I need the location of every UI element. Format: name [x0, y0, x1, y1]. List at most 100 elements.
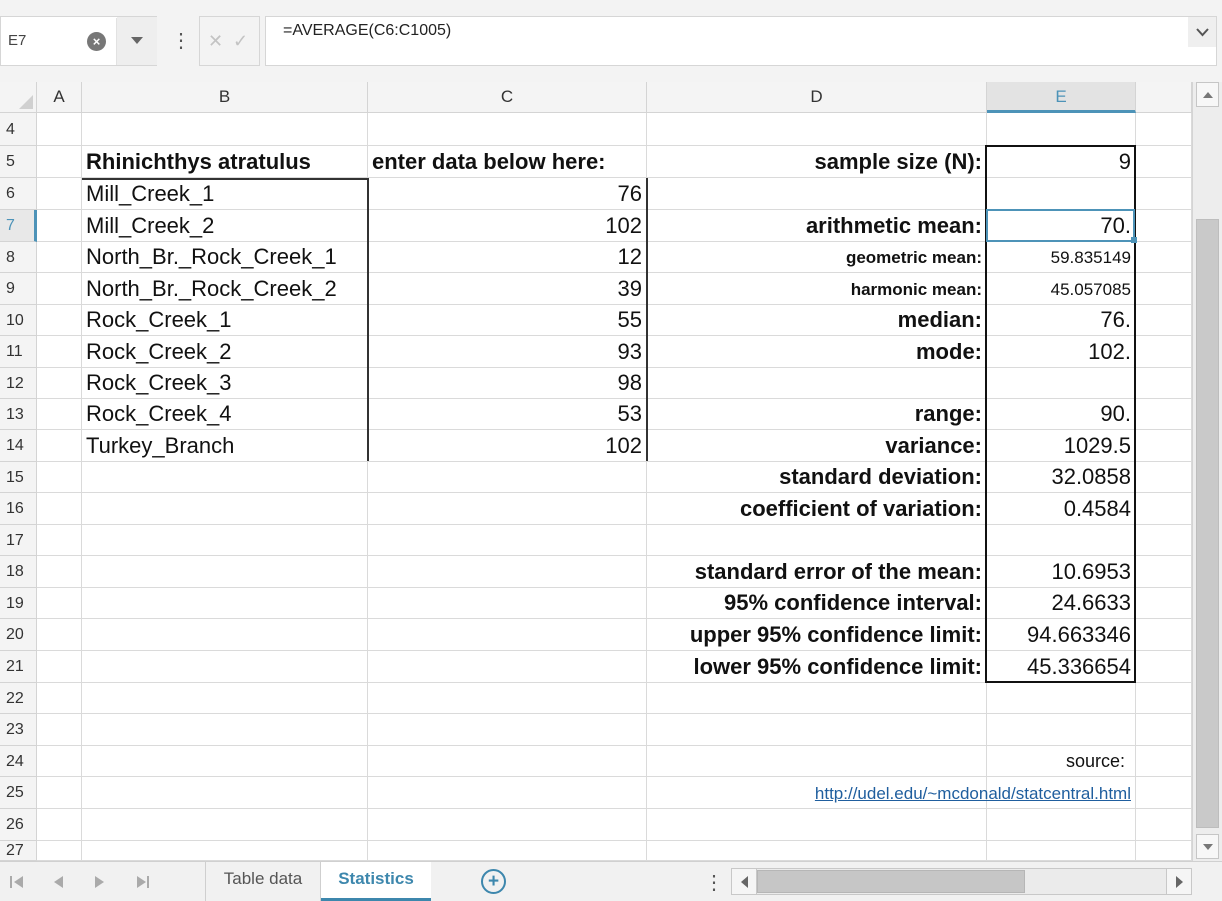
- stat-value-mode[interactable]: 102.: [987, 336, 1136, 368]
- cell-f9[interactable]: [1136, 273, 1192, 305]
- cell-c16[interactable]: [368, 493, 647, 525]
- cell-a15[interactable]: [37, 462, 82, 493]
- column-header-d[interactable]: D: [647, 82, 987, 113]
- cell-c25[interactable]: [368, 777, 647, 809]
- cell-a10[interactable]: [37, 305, 82, 336]
- cell-b16[interactable]: [82, 493, 368, 525]
- site-value-cell[interactable]: 39: [368, 273, 647, 305]
- name-box-dropdown-button[interactable]: [117, 17, 157, 65]
- site-value-cell[interactable]: 98: [368, 368, 647, 399]
- site-value-cell[interactable]: 102: [368, 210, 647, 242]
- cell-c23[interactable]: [368, 714, 647, 746]
- cell-c22[interactable]: [368, 683, 647, 714]
- cell-c17[interactable]: [368, 525, 647, 556]
- confirm-formula-icon[interactable]: ✓: [233, 31, 248, 52]
- row-header-8[interactable]: 8: [0, 242, 37, 273]
- stat-value-cv[interactable]: 0.4584: [987, 493, 1136, 525]
- formula-input[interactable]: =AVERAGE(C6:C1005): [265, 16, 1217, 66]
- cell-a27[interactable]: [37, 841, 82, 861]
- data-entry-header-cell[interactable]: enter data below here:: [368, 146, 647, 178]
- site-value-cell[interactable]: 93: [368, 336, 647, 368]
- cell-e22[interactable]: [987, 683, 1136, 714]
- stat-label-median[interactable]: median:: [647, 305, 987, 336]
- cell-a24[interactable]: [37, 746, 82, 777]
- cell-f18[interactable]: [1136, 556, 1192, 588]
- vertical-scroll-thumb[interactable]: [1196, 219, 1219, 828]
- fill-handle[interactable]: [1131, 237, 1137, 243]
- clear-circle-icon[interactable]: ×: [87, 32, 106, 51]
- horizontal-scrollbar[interactable]: [731, 868, 1192, 895]
- row-header-24[interactable]: 24: [0, 746, 37, 777]
- cell-d6[interactable]: [647, 178, 987, 210]
- cell-a7[interactable]: [37, 210, 82, 242]
- cell-b25[interactable]: [82, 777, 368, 809]
- cell-f22[interactable]: [1136, 683, 1192, 714]
- stat-value-range[interactable]: 90.: [987, 399, 1136, 430]
- cell-e26[interactable]: [987, 809, 1136, 841]
- cell-f24[interactable]: [1136, 746, 1192, 777]
- cell-e12[interactable]: [987, 368, 1136, 399]
- cell-a9[interactable]: [37, 273, 82, 305]
- cell-c18[interactable]: [368, 556, 647, 588]
- cell-f27[interactable]: [1136, 841, 1192, 861]
- cell-c27[interactable]: [368, 841, 647, 861]
- cell-f14[interactable]: [1136, 430, 1192, 462]
- stat-label-arith-mean[interactable]: arithmetic mean:: [647, 210, 987, 242]
- row-header-17[interactable]: 17: [0, 525, 37, 556]
- row-header-5[interactable]: 5: [0, 146, 37, 178]
- stat-label-sd[interactable]: standard deviation:: [647, 462, 987, 493]
- cell-a5[interactable]: [37, 146, 82, 178]
- cell-f20[interactable]: [1136, 619, 1192, 651]
- cell-a19[interactable]: [37, 588, 82, 619]
- row-header-21[interactable]: 21: [0, 651, 37, 683]
- row-header-22[interactable]: 22: [0, 683, 37, 714]
- cell-b23[interactable]: [82, 714, 368, 746]
- cell-a17[interactable]: [37, 525, 82, 556]
- cell-b26[interactable]: [82, 809, 368, 841]
- cell-e4[interactable]: [987, 113, 1136, 146]
- scroll-down-button[interactable]: [1196, 834, 1219, 859]
- stat-label-ci[interactable]: 95% confidence interval:: [647, 588, 987, 619]
- species-name-cell[interactable]: Rhinichthys atratulus: [82, 146, 368, 178]
- cell-b4[interactable]: [82, 113, 368, 146]
- site-value-cell[interactable]: 55: [368, 305, 647, 336]
- cell-c15[interactable]: [368, 462, 647, 493]
- cell-d17[interactable]: [647, 525, 987, 556]
- row-header-13[interactable]: 13: [0, 399, 37, 430]
- site-value-cell[interactable]: 53: [368, 399, 647, 430]
- site-value-cell[interactable]: 102: [368, 430, 647, 462]
- source-link[interactable]: http://udel.edu/~mcdonald/statcentral.ht…: [647, 777, 1136, 809]
- previous-sheet-button[interactable]: [48, 871, 70, 893]
- stat-label-harm-mean[interactable]: harmonic mean:: [647, 273, 987, 305]
- row-header-9[interactable]: 9: [0, 273, 37, 305]
- site-name-cell[interactable]: Mill_Creek_1: [82, 178, 368, 210]
- site-value-cell[interactable]: 76: [368, 178, 647, 210]
- site-name-cell[interactable]: North_Br._Rock_Creek_2: [82, 273, 368, 305]
- stat-value-ci[interactable]: 24.6633: [987, 588, 1136, 619]
- cell-f5[interactable]: [1136, 146, 1192, 178]
- cell-f4[interactable]: [1136, 113, 1192, 146]
- stat-value-upper[interactable]: 94.663346: [987, 619, 1136, 651]
- row-header-7[interactable]: 7: [0, 210, 37, 242]
- column-header-b[interactable]: B: [82, 82, 368, 113]
- stat-value-harm-mean[interactable]: 45.057085: [987, 273, 1136, 305]
- site-name-cell[interactable]: Rock_Creek_1: [82, 305, 368, 336]
- stat-value-median[interactable]: 76.: [987, 305, 1136, 336]
- row-header-11[interactable]: 11: [0, 336, 37, 368]
- cell-e27[interactable]: [987, 841, 1136, 861]
- stat-value-sample-size[interactable]: 9: [987, 146, 1136, 178]
- cell-f12[interactable]: [1136, 368, 1192, 399]
- cell-f15[interactable]: [1136, 462, 1192, 493]
- site-name-cell[interactable]: Turkey_Branch: [82, 430, 368, 462]
- cell-d26[interactable]: [647, 809, 987, 841]
- cell-d24[interactable]: [647, 746, 987, 777]
- row-header-23[interactable]: 23: [0, 714, 37, 746]
- cell-b15[interactable]: [82, 462, 368, 493]
- stat-label-mode[interactable]: mode:: [647, 336, 987, 368]
- cell-f13[interactable]: [1136, 399, 1192, 430]
- cell-a25[interactable]: [37, 777, 82, 809]
- formula-text[interactable]: =AVERAGE(C6:C1005): [283, 22, 451, 40]
- cell-a4[interactable]: [37, 113, 82, 146]
- cell-c20[interactable]: [368, 619, 647, 651]
- row-header-14[interactable]: 14: [0, 430, 37, 462]
